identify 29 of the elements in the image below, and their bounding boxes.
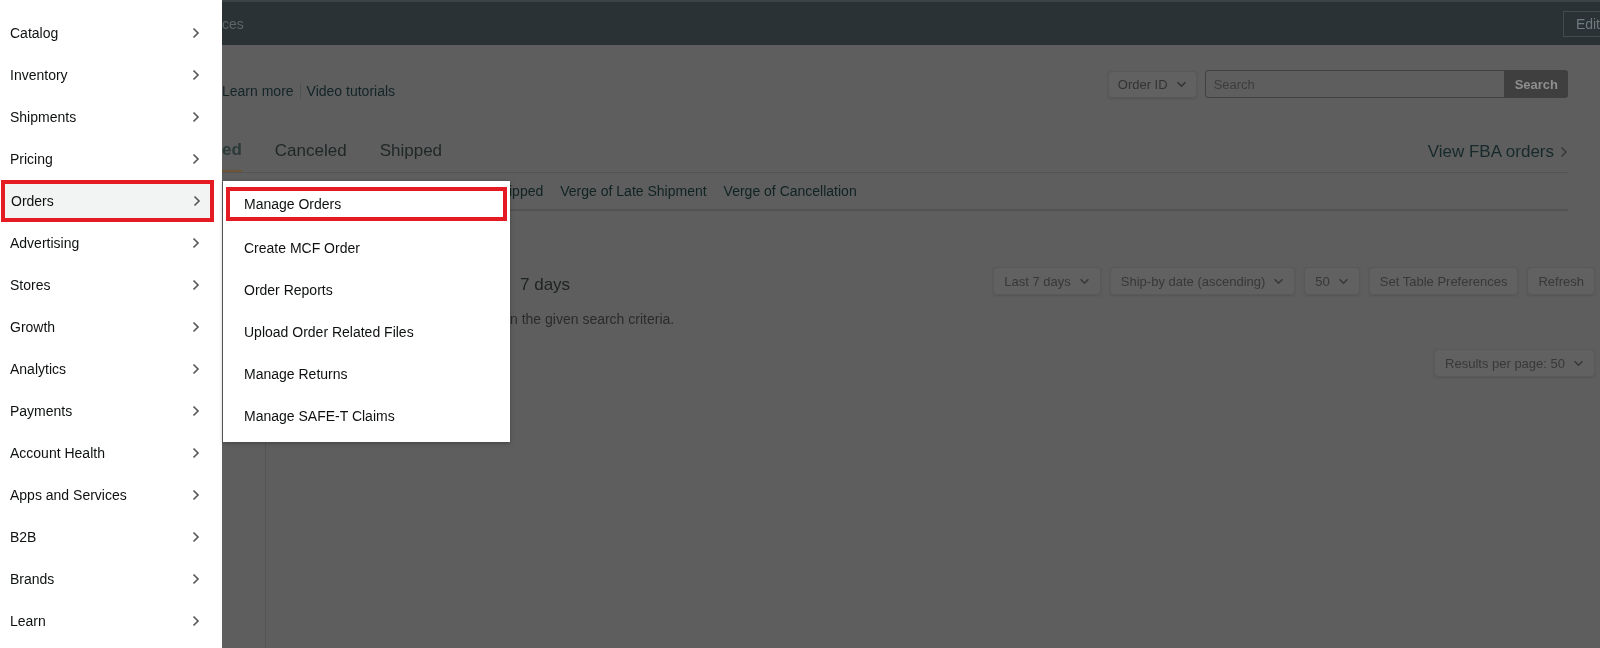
chevron-right-icon <box>192 279 200 291</box>
chevron-down-icon <box>1175 80 1187 88</box>
menu-item[interactable]: Orders <box>1 180 214 222</box>
chevron-right-icon <box>192 363 200 375</box>
submenu-item[interactable]: Upload Order Related Files <box>223 311 510 353</box>
chevron-right-icon <box>192 153 200 165</box>
submenu-item[interactable]: Manage SAFE-T Claims <box>223 395 510 437</box>
submenu-item[interactable]: Manage Returns <box>223 353 510 395</box>
chevron-right-icon <box>192 27 200 39</box>
submenu-item[interactable]: Create MCF Order <box>223 227 510 269</box>
chevron-right-icon <box>1560 146 1568 158</box>
chevron-down-icon <box>1337 277 1349 285</box>
chevron-right-icon <box>192 321 200 333</box>
period-text: 7 days <box>520 275 571 295</box>
chevron-down-icon <box>1273 277 1285 285</box>
chevron-right-icon <box>192 489 200 501</box>
chevron-right-icon <box>192 573 200 585</box>
chevron-right-icon <box>193 195 201 207</box>
chevron-down-icon <box>1573 359 1584 367</box>
chevron-right-icon <box>192 615 200 627</box>
chevron-right-icon <box>192 405 200 417</box>
chevron-right-icon <box>192 237 200 249</box>
submenu-item[interactable]: Order Reports <box>223 269 510 311</box>
submenu-item[interactable]: Manage Orders <box>226 187 507 221</box>
chevron-right-icon <box>192 69 200 81</box>
chevron-right-icon <box>192 447 200 459</box>
chevron-right-icon <box>192 111 200 123</box>
chevron-down-icon <box>1078 277 1090 285</box>
chevron-right-icon <box>192 531 200 543</box>
